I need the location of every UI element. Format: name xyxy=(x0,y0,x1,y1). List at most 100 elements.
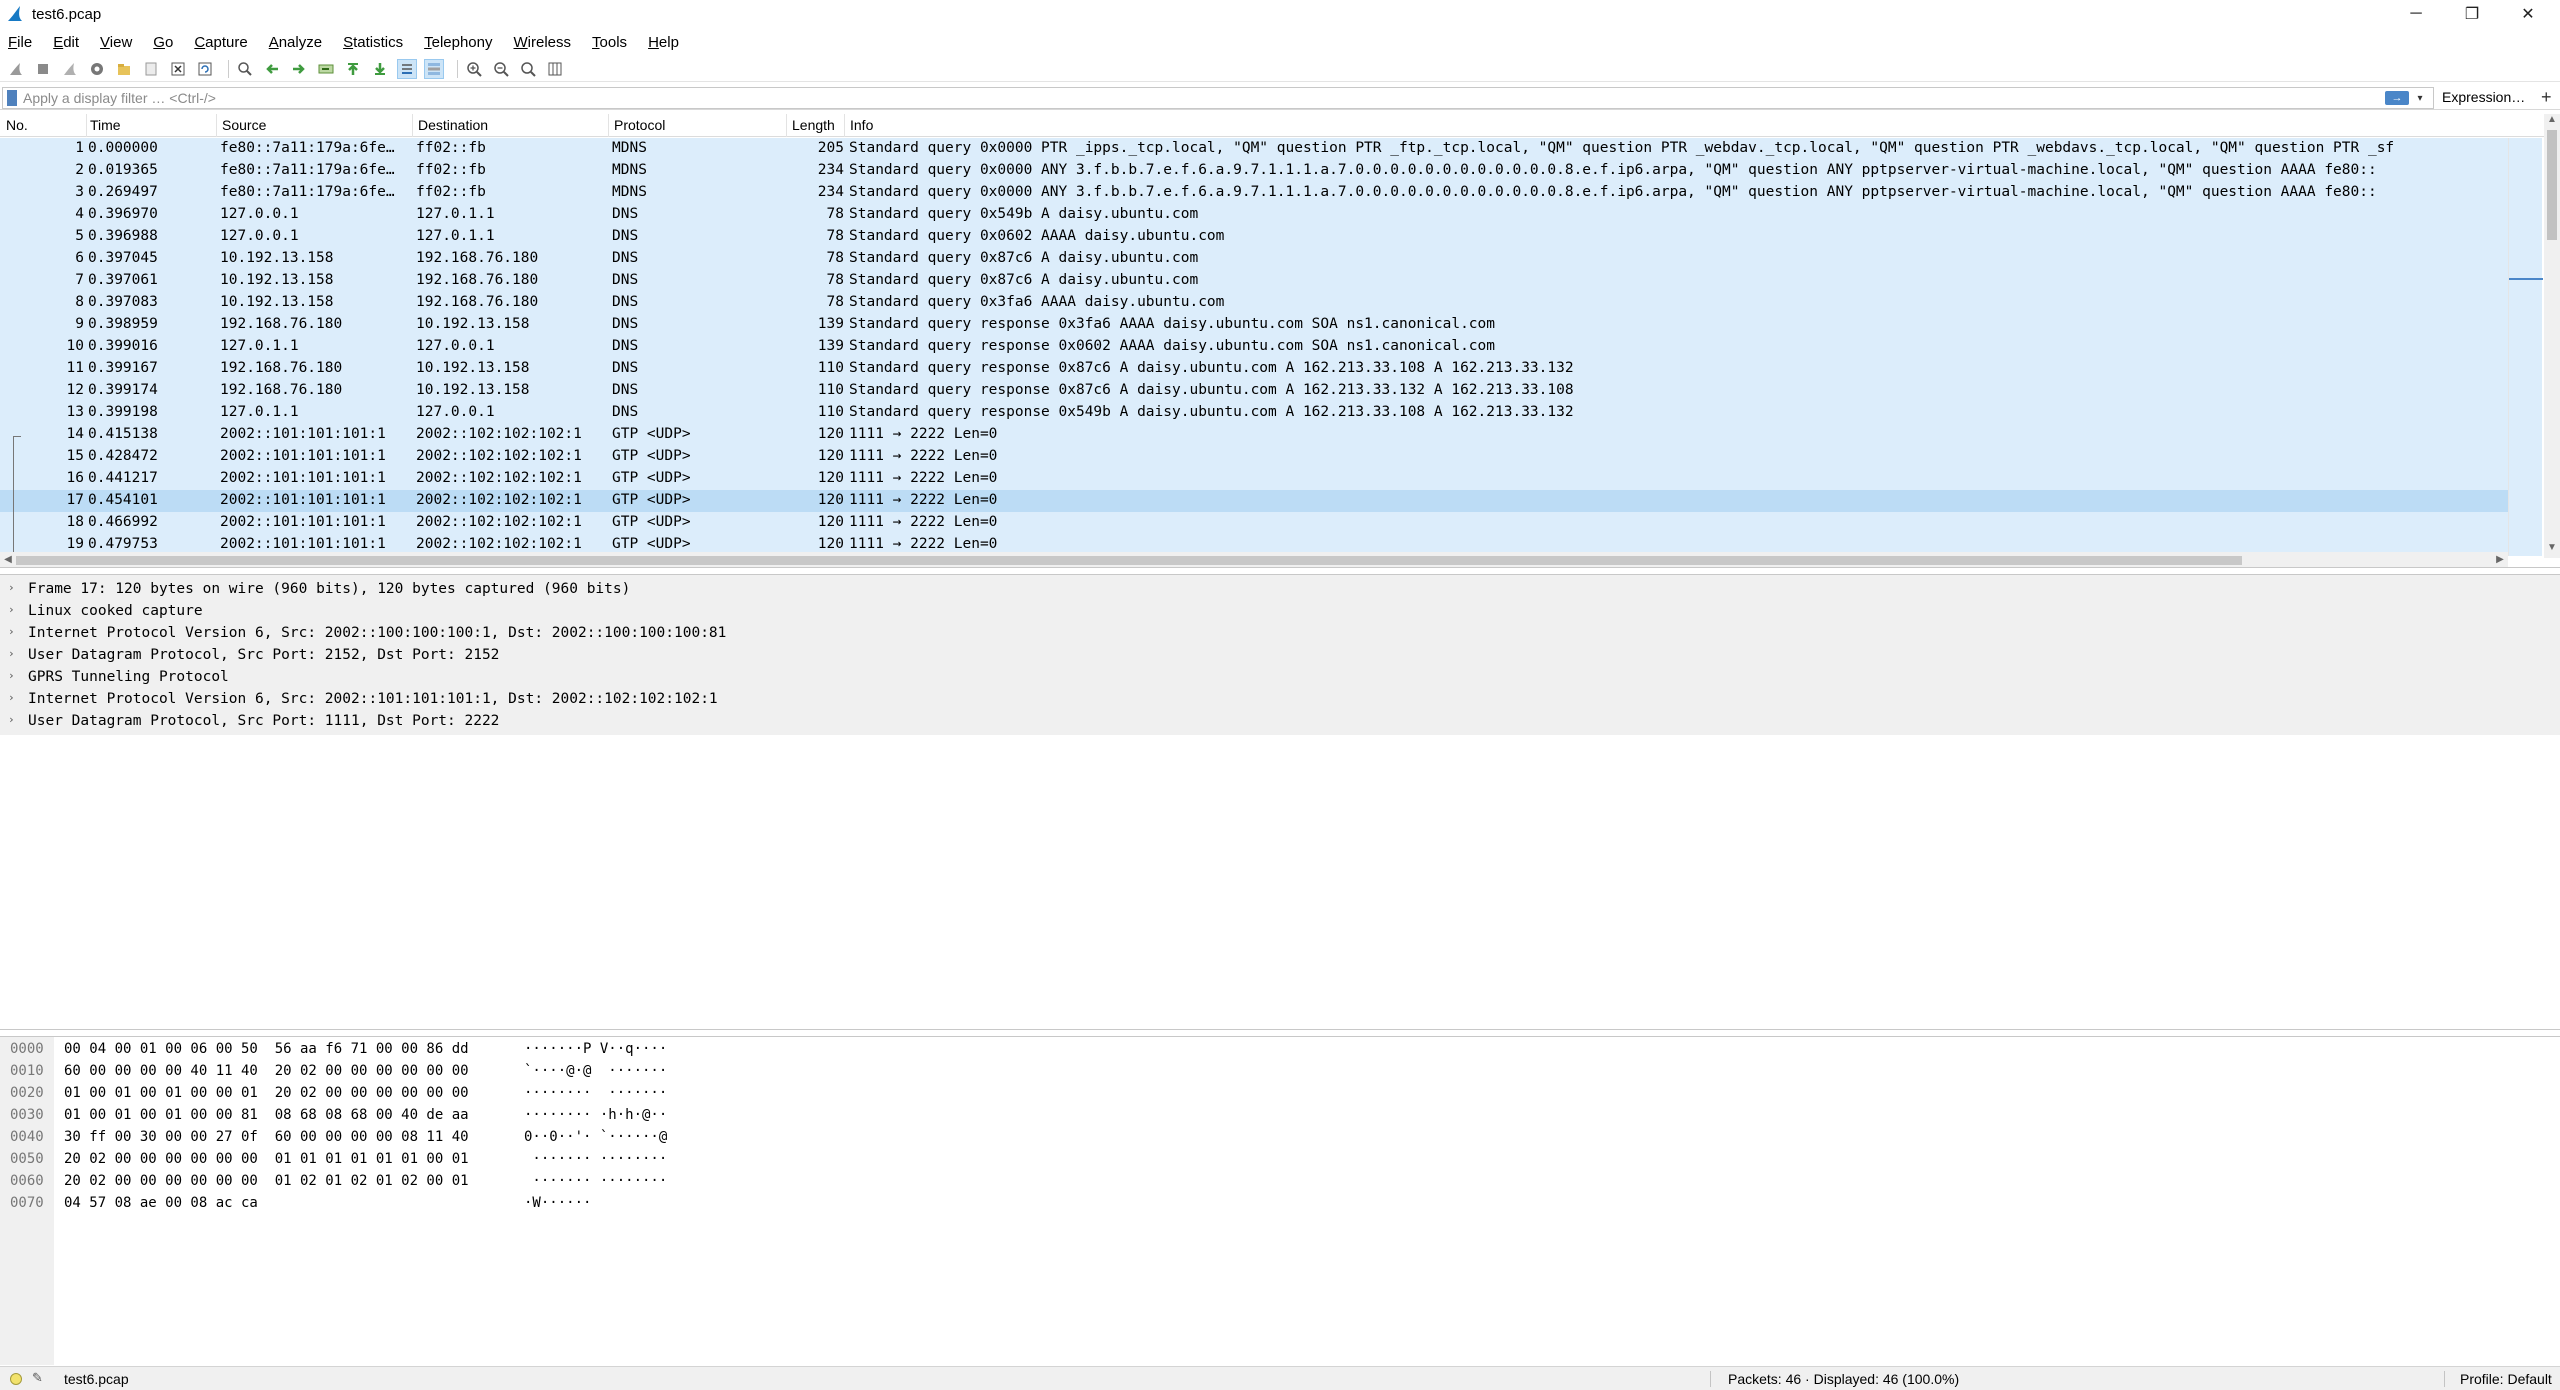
start-capture-icon[interactable] xyxy=(6,59,26,79)
restore-button[interactable]: ❐ xyxy=(2444,0,2500,28)
go-to-packet-icon[interactable] xyxy=(316,59,336,79)
filter-history-chevron-icon[interactable]: ▾ xyxy=(2413,93,2427,104)
add-filter-button[interactable]: + xyxy=(2541,87,2552,108)
hex-row[interactable]: 0020 01 00 01 00 01 00 00 01 20 02 00 00 … xyxy=(0,1085,800,1105)
menu-view[interactable]: View xyxy=(100,34,132,51)
hex-row[interactable]: 0010 60 00 00 00 00 40 11 40 20 02 00 00 … xyxy=(0,1063,800,1083)
close-file-icon[interactable] xyxy=(168,59,188,79)
expression-button[interactable]: Expression… xyxy=(2442,89,2525,105)
stop-capture-icon[interactable] xyxy=(33,59,53,79)
expand-chevron-icon[interactable]: › xyxy=(8,581,15,594)
reload-file-icon[interactable] xyxy=(195,59,215,79)
details-tree-item[interactable]: › Internet Protocol Version 6, Src: 2002:… xyxy=(0,689,2560,711)
packet-row[interactable]: 2 0.019365 fe80::7a11:179a:6fe… ff02::fb MDN… xyxy=(0,160,2508,182)
status-profile[interactable]: Profile: Default xyxy=(2460,1371,2552,1387)
scroll-down-icon[interactable]: ▼ xyxy=(2544,542,2560,558)
menu-capture[interactable]: Capture xyxy=(194,34,247,51)
menu-analyze[interactable]: Analyze xyxy=(269,34,322,51)
colorize-icon[interactable] xyxy=(424,58,444,79)
menu-tools[interactable]: Tools xyxy=(592,34,627,51)
hscroll-thumb[interactable] xyxy=(16,556,2242,565)
menu-edit[interactable]: Edit xyxy=(53,34,79,51)
menu-wireless[interactable]: Wireless xyxy=(514,34,572,51)
packet-row[interactable]: 4 0.396970 127.0.0.1 127.0.1.1 DNS 78 Standard… xyxy=(0,204,2508,226)
packet-row[interactable]: 5 0.396988 127.0.0.1 127.0.1.1 DNS 78 Standard… xyxy=(0,226,2508,248)
menu-file[interactable]: File xyxy=(8,34,32,51)
menu-help[interactable]: Help xyxy=(648,34,679,51)
scroll-right-icon[interactable]: ▶ xyxy=(2492,552,2508,567)
hex-row[interactable]: 0070 04 57 08 ae 00 08 ac ca ·W······ xyxy=(0,1195,800,1215)
packet-row[interactable]: 16 0.441217 2002::101:101:101:1 2002::102:1… xyxy=(0,468,2508,490)
details-tree-item[interactable]: › User Datagram Protocol, Src Port: 1111,… xyxy=(0,711,2560,733)
packet-minimap[interactable] xyxy=(2508,138,2543,556)
scroll-thumb[interactable] xyxy=(2547,130,2557,240)
hex-row[interactable]: 0050 20 02 00 00 00 00 00 00 01 01 01 01 … xyxy=(0,1151,800,1171)
display-filter-input[interactable]: Apply a display filter … <Ctrl-/> → ▾ xyxy=(2,87,2434,109)
expand-chevron-icon[interactable]: › xyxy=(8,691,15,704)
minimize-button[interactable]: ─ xyxy=(2388,0,2444,28)
capture-options-icon[interactable] xyxy=(87,59,107,79)
restart-capture-icon[interactable] xyxy=(60,59,80,79)
expand-chevron-icon[interactable]: › xyxy=(8,669,15,682)
expand-chevron-icon[interactable]: › xyxy=(8,647,15,660)
packet-row[interactable]: 13 0.399198 127.0.1.1 127.0.0.1 DNS 110 Standa… xyxy=(0,402,2508,424)
expert-info-icon[interactable] xyxy=(10,1373,22,1385)
scroll-up-icon[interactable]: ▲ xyxy=(2544,114,2560,130)
expand-chevron-icon[interactable]: › xyxy=(8,713,15,726)
expand-chevron-icon[interactable]: › xyxy=(8,603,15,616)
col-header-protocol[interactable]: Protocol xyxy=(614,117,665,133)
details-tree-item[interactable]: › GPRS Tunneling Protocol xyxy=(0,667,2560,689)
details-tree-item[interactable]: › Frame 17: 120 bytes on wire (960 bits),… xyxy=(0,579,2560,601)
last-packet-icon[interactable] xyxy=(370,59,390,79)
packet-row[interactable]: 17 0.454101 2002::101:101:101:1 2002::102:1… xyxy=(0,490,2508,512)
open-file-icon[interactable] xyxy=(114,59,134,79)
close-button[interactable]: ✕ xyxy=(2500,0,2556,28)
col-header-length[interactable]: Length xyxy=(792,117,835,133)
hex-row[interactable]: 0060 20 02 00 00 00 00 00 00 01 02 01 02 … xyxy=(0,1173,800,1193)
packet-row[interactable]: 14 0.415138 2002::101:101:101:1 2002::102:1… xyxy=(0,424,2508,446)
packet-list-vscrollbar[interactable]: ▲ ▼ xyxy=(2544,114,2560,558)
hex-bytes: 00 04 00 01 00 06 00 50 56 aa f6 71 00 0… xyxy=(64,1041,469,1057)
col-header-destination[interactable]: Destination xyxy=(418,117,488,133)
packet-row[interactable]: 8 0.397083 10.192.13.158 192.168.76.180 DNS 7… xyxy=(0,292,2508,314)
filter-bookmark-icon[interactable] xyxy=(7,90,17,106)
packet-row[interactable]: 9 0.398959 192.168.76.180 10.192.13.158 DNS 1… xyxy=(0,314,2508,336)
col-header-source[interactable]: Source xyxy=(222,117,266,133)
packet-row[interactable]: 3 0.269497 fe80::7a11:179a:6fe… ff02::fb MDN… xyxy=(0,182,2508,204)
resize-columns-icon[interactable] xyxy=(545,59,565,79)
packet-row[interactable]: 18 0.466992 2002::101:101:101:1 2002::102:1… xyxy=(0,512,2508,534)
find-packet-icon[interactable] xyxy=(235,59,255,79)
col-header-time[interactable]: Time xyxy=(90,117,121,133)
details-tree-item[interactable]: › Internet Protocol Version 6, Src: 2002:… xyxy=(0,623,2560,645)
packet-row[interactable]: 6 0.397045 10.192.13.158 192.168.76.180 DNS 7… xyxy=(0,248,2508,270)
hex-row[interactable]: 0000 00 04 00 01 00 06 00 50 56 aa f6 71 … xyxy=(0,1041,800,1061)
packet-row[interactable]: 11 0.399167 192.168.76.180 10.192.13.158 DNS… xyxy=(0,358,2508,380)
menu-telephony[interactable]: Telephony xyxy=(424,34,492,51)
scroll-left-icon[interactable]: ◀ xyxy=(0,552,16,567)
expand-chevron-icon[interactable]: › xyxy=(8,625,15,638)
autoscroll-icon[interactable] xyxy=(397,58,417,79)
details-tree-item[interactable]: › Linux cooked capture xyxy=(0,601,2560,623)
go-forward-icon[interactable] xyxy=(289,59,309,79)
packet-row[interactable]: 7 0.397061 10.192.13.158 192.168.76.180 DNS 7… xyxy=(0,270,2508,292)
zoom-normal-icon[interactable] xyxy=(518,59,538,79)
details-tree-item[interactable]: › User Datagram Protocol, Src Port: 2152,… xyxy=(0,645,2560,667)
go-back-icon[interactable] xyxy=(262,59,282,79)
packet-row[interactable]: 1 0.000000 fe80::7a11:179a:6fe… ff02::fb MDN… xyxy=(0,138,2508,160)
menu-statistics[interactable]: Statistics xyxy=(343,34,403,51)
packet-list-hscrollbar[interactable]: ◀ ▶ xyxy=(0,552,2508,567)
save-file-icon[interactable] xyxy=(141,59,161,79)
hex-row[interactable]: 0030 01 00 01 00 01 00 00 81 08 68 08 68 … xyxy=(0,1107,800,1127)
capture-comment-icon[interactable]: ✎ xyxy=(32,1370,43,1386)
zoom-in-icon[interactable] xyxy=(464,59,484,79)
zoom-out-icon[interactable] xyxy=(491,59,511,79)
apply-filter-icon[interactable]: → xyxy=(2385,91,2409,105)
col-header-no[interactable]: No. xyxy=(6,117,28,133)
packet-row[interactable]: 12 0.399174 192.168.76.180 10.192.13.158 DNS… xyxy=(0,380,2508,402)
hex-row[interactable]: 0040 30 ff 00 30 00 00 27 0f 60 00 00 00 … xyxy=(0,1129,800,1149)
packet-row[interactable]: 15 0.428472 2002::101:101:101:1 2002::102:1… xyxy=(0,446,2508,468)
menu-go[interactable]: Go xyxy=(153,34,173,51)
col-header-info[interactable]: Info xyxy=(850,117,873,133)
first-packet-icon[interactable] xyxy=(343,59,363,79)
packet-row[interactable]: 10 0.399016 127.0.1.1 127.0.0.1 DNS 139 Standa… xyxy=(0,336,2508,358)
